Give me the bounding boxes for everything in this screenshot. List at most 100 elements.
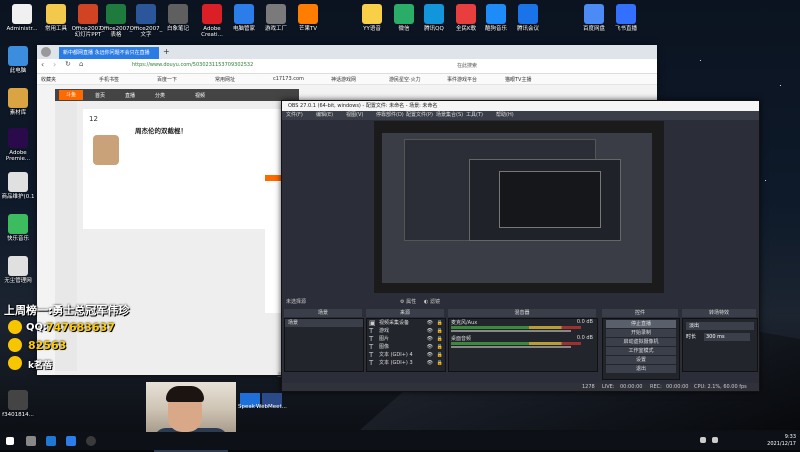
desktop-icon[interactable]: 百度网盘 — [576, 4, 612, 32]
desktop-icon[interactable]: 素材库 — [0, 88, 36, 116]
nav-category[interactable]: 分类 — [155, 92, 165, 99]
volume-icon[interactable] — [712, 437, 718, 443]
obs-menu-item[interactable]: 场景集合(S) — [436, 111, 463, 120]
search-icon[interactable] — [26, 436, 36, 446]
obs-menu-item[interactable]: 编辑(E) — [316, 111, 333, 120]
desktop-icon[interactable]: 快乐音乐 — [0, 214, 36, 242]
desktop-icon[interactable]: YY语音 — [354, 4, 390, 32]
desktop-icon[interactable]: 芒果TV — [290, 4, 326, 32]
lock-icon[interactable]: 🔒 — [437, 343, 443, 351]
lock-icon[interactable]: 🔒 — [437, 327, 443, 335]
source-item[interactable]: T 文本 (GDI+) 3 👁 🔒 — [367, 359, 445, 367]
clock[interactable]: 9:33 2021/12/17 — [767, 434, 796, 448]
obs-menu-item[interactable]: 帮助(H) — [496, 111, 514, 120]
lock-icon[interactable]: 🔒 — [437, 335, 443, 343]
filters-button[interactable]: ◐ 滤镜 — [424, 297, 440, 307]
browser-avatar-icon[interactable] — [41, 47, 51, 57]
visibility-eye-icon[interactable]: 👁 — [427, 335, 433, 343]
desktop-icon[interactable]: 酷狗音乐 — [478, 4, 514, 32]
transition-select[interactable]: 淡出 — [686, 322, 754, 330]
duration-row: 时长 300 ms — [686, 333, 754, 341]
network-icon[interactable] — [700, 437, 706, 443]
obs-menu-item[interactable]: 视图(V) — [346, 111, 363, 120]
bookmark-item[interactable]: 事件游戏平台 — [447, 76, 477, 83]
obs-menu-item[interactable]: 文件(F) — [286, 111, 303, 120]
bookmark-item[interactable]: 游民星空·火力 — [389, 76, 421, 83]
search-field[interactable]: 在此搜索 — [457, 62, 477, 69]
lock-icon[interactable]: 🔒 — [437, 351, 443, 359]
url-field[interactable]: https://www.douyu.com/503023115370930253… — [132, 62, 432, 70]
desktop-icon[interactable]: 商品维护(0.1 — [0, 172, 36, 200]
desktop-icon[interactable]: f3401814... — [0, 390, 36, 418]
desktop-icon[interactable]: Adobe Creati... — [194, 4, 230, 38]
source-item[interactable]: T 图片 👁 🔒 — [367, 335, 445, 343]
desktop-icon[interactable]: 腾讯QQ — [416, 4, 452, 32]
scene-item[interactable]: 场景 — [285, 319, 363, 327]
forward-icon[interactable]: › — [53, 60, 56, 69]
control-button[interactable]: 设置 — [606, 356, 676, 364]
volume-slider[interactable] — [451, 330, 571, 332]
bookmark-item[interactable]: 百度一下 — [157, 76, 177, 83]
edge-icon[interactable] — [46, 436, 56, 446]
obs-menu-item[interactable]: 配置文件(P) — [406, 111, 433, 120]
bookmark-item[interactable]: c17173.com — [273, 76, 304, 82]
app-icon — [8, 46, 28, 66]
new-tab-icon[interactable]: + — [163, 47, 170, 56]
start-icon[interactable] — [6, 437, 14, 445]
obs-preview[interactable] — [374, 121, 664, 293]
home-icon[interactable]: ⌂ — [79, 60, 83, 68]
visibility-eye-icon[interactable]: 👁 — [427, 351, 433, 359]
desktop-icon[interactable]: 游戏工厂 — [258, 4, 294, 32]
address-bar[interactable]: ‹ › ↻ ⌂ https://www.douyu.com/5030231153… — [37, 59, 657, 74]
nav-home[interactable]: 首页 — [95, 92, 105, 99]
scenes-panel: 场景 — [284, 318, 364, 372]
obs-menu-item[interactable]: 停靠部件(D) — [376, 111, 404, 120]
desktop-icon[interactable]: Office2007_文字 — [128, 4, 164, 38]
app-icon — [12, 4, 32, 24]
mixer-channel: 桌面音频 0.0 dB — [449, 335, 597, 351]
visibility-eye-icon[interactable]: 👁 — [427, 359, 433, 367]
control-button[interactable]: 启动虚拟摄像机 — [606, 338, 676, 346]
source-item[interactable]: T 图像 👁 🔒 — [367, 343, 445, 351]
duration-input[interactable]: 300 ms — [704, 333, 750, 341]
bookmark-item[interactable]: 收藏夹 — [41, 76, 56, 83]
visibility-eye-icon[interactable]: 👁 — [427, 319, 433, 327]
control-button[interactable]: 停止直播 — [606, 320, 676, 328]
bookmark-item[interactable]: 常用网址 — [215, 76, 235, 83]
refresh-icon[interactable]: ↻ — [65, 60, 71, 68]
browser-tab[interactable]: 新中都网直播 永远你问题不会只在直播 — [59, 47, 159, 59]
lock-icon[interactable]: 🔒 — [437, 359, 443, 367]
source-item[interactable]: T 文本 (GDI+) 4 👁 🔒 — [367, 351, 445, 359]
obs-window[interactable]: OBS 27.0.1 (64-bit, windows) - 配置文件: 未命名… — [281, 100, 760, 392]
bookmark-item[interactable]: 手机书签 — [99, 76, 119, 83]
browser-icon[interactable] — [66, 436, 76, 446]
lock-icon[interactable]: 🔒 — [437, 319, 443, 327]
desktop-icon[interactable]: 此电脑 — [0, 46, 36, 74]
desktop-icon[interactable]: 常用工具 — [38, 4, 74, 32]
obs-icon[interactable] — [86, 436, 96, 446]
visibility-eye-icon[interactable]: 👁 — [427, 343, 433, 351]
visibility-eye-icon[interactable]: 👁 — [427, 327, 433, 335]
source-item[interactable]: ▣ 视频采集设备 👁 🔒 — [367, 319, 445, 327]
desktop-icon[interactable]: 飞书直播 — [608, 4, 644, 32]
bookmark-item[interactable]: 神话游戏网 — [331, 76, 356, 83]
bookmark-item[interactable]: 猫眼TV主播 — [505, 76, 531, 83]
control-button[interactable]: 退出 — [606, 365, 676, 373]
control-button[interactable]: 工作室模式 — [606, 347, 676, 355]
nav-video[interactable]: 视频 — [195, 92, 205, 99]
desktop-icon[interactable]: Adobe Premie... — [0, 128, 36, 162]
control-button[interactable]: 开始录制 — [606, 329, 676, 337]
desktop-icon[interactable]: 电脑管家 — [226, 4, 262, 32]
nav-live[interactable]: 直播 — [125, 92, 135, 99]
obs-menu-item[interactable]: 工具(T) — [466, 111, 483, 120]
properties-button[interactable]: ⚙ 属性 — [400, 297, 416, 307]
cpu-fps: CPU: 2.1%, 60.00 fps — [694, 384, 747, 390]
source-item[interactable]: T 游戏 👁 🔒 — [367, 327, 445, 335]
desktop-icon[interactable]: Administr... — [4, 4, 40, 32]
desktop-icon[interactable]: 腾讯会议 — [510, 4, 546, 32]
volume-slider[interactable] — [451, 346, 571, 348]
desktop-icon[interactable]: 白象笔记 — [160, 4, 196, 32]
back-icon[interactable]: ‹ — [41, 60, 44, 69]
desktop-icon-label: 素材库 — [9, 110, 27, 116]
desktop-icon[interactable]: 无尘管理网 — [0, 256, 36, 284]
